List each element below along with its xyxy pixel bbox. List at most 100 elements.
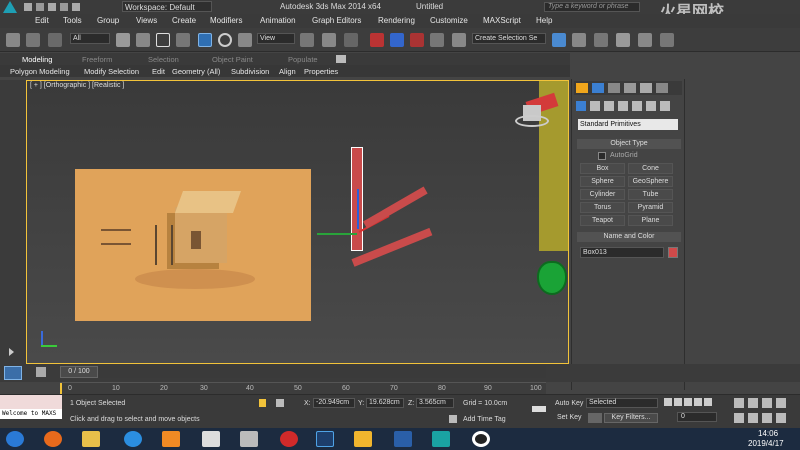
systems-category-icon[interactable] [660,101,670,111]
workspace-dropdown[interactable]: Workspace: Default [122,1,212,12]
menu-graph-editors[interactable]: Graph Editors [312,16,361,25]
field-of-view-icon[interactable] [734,413,744,423]
firefox-icon[interactable] [44,431,62,447]
rotate-icon[interactable] [218,33,232,47]
cylinder-button[interactable]: Cylinder [580,189,625,200]
time-slider[interactable]: 0 / 100 [60,366,98,378]
lights-category-icon[interactable] [604,101,614,111]
link-icon[interactable] [48,33,62,47]
menu-create[interactable]: Create [172,16,196,25]
key-filters-button[interactable]: Key Filters... [604,413,658,423]
3dsmax-icon[interactable] [432,431,450,447]
beam-object-2[interactable] [351,227,433,267]
menu-customize[interactable]: Customize [430,16,468,25]
menu-tools[interactable]: Tools [63,16,82,25]
zoom-icon[interactable] [734,398,744,408]
menu-modifiers[interactable]: Modifiers [210,16,242,25]
lock-selection-icon[interactable] [259,399,266,407]
percent-snap-icon[interactable] [410,33,424,47]
next-frame-icon[interactable] [694,398,702,406]
curve-editor-icon[interactable] [616,33,630,47]
plane-button[interactable]: Plane [628,215,673,226]
photoshop-icon[interactable] [316,431,334,447]
create-tab-icon[interactable] [576,83,588,93]
pyramid-button[interactable]: Pyramid [628,202,673,213]
sphere-button[interactable]: Sphere [580,176,625,187]
viewport-perspective[interactable] [26,80,569,364]
menu-edit[interactable]: Edit [35,16,49,25]
select-manipulate-icon[interactable] [322,33,336,47]
render-setup-icon[interactable] [660,33,674,47]
subtab-properties[interactable]: Properties [304,67,338,76]
mirror-icon[interactable] [552,33,566,47]
key-mode-dropdown[interactable]: Selected [586,398,658,408]
playback-controls[interactable] [664,398,724,408]
netease-music-icon[interactable] [280,431,298,447]
subtab-subdivision[interactable]: Subdivision [231,67,269,76]
add-time-tag-icon[interactable] [449,415,457,423]
previous-frame-icon[interactable] [674,398,682,406]
pivot-icon[interactable] [300,33,314,47]
timeline-track[interactable] [98,366,546,378]
ie-icon[interactable] [124,431,142,447]
spinner-snap-icon[interactable] [430,33,444,47]
window-crossing-icon[interactable] [176,33,190,47]
tube-button[interactable]: Tube [628,189,673,200]
subtab-modify-selection[interactable]: Modify Selection [84,67,139,76]
ribbon-options-icon[interactable] [336,55,346,63]
zoom-all-icon[interactable] [748,398,758,408]
tab-modeling[interactable]: Modeling [22,55,52,64]
cameras-category-icon[interactable] [618,101,628,111]
subtab-edit[interactable]: Edit [152,67,165,76]
layer-manager-icon[interactable] [594,33,608,47]
object-color-swatch[interactable] [668,247,678,258]
sublime-icon[interactable] [162,431,180,447]
teapot-button[interactable]: Teapot [580,215,625,226]
menu-group[interactable]: Group [97,16,119,25]
command-panel-tabs[interactable] [574,81,682,95]
menu-animation[interactable]: Animation [260,16,296,25]
clock-date[interactable]: 2019/4/17 [748,439,784,448]
tab-object-paint[interactable]: Object Paint [212,55,253,64]
zoom-extents-all-icon[interactable] [776,398,786,408]
spacewarps-category-icon[interactable] [646,101,656,111]
primitive-category-dropdown[interactable]: Standard Primitives [578,119,678,130]
system-tray-icons[interactable] [680,433,740,445]
pan-icon[interactable] [748,413,758,423]
current-frame-field[interactable]: 0 [677,412,717,422]
green-teapot-object[interactable] [537,261,567,295]
go-to-end-icon[interactable] [704,398,712,406]
clock-time[interactable]: 14:06 [758,429,778,438]
keyboard-shortcut-icon[interactable] [344,33,358,47]
move-icon[interactable] [198,33,212,47]
beam-object-1[interactable] [363,186,428,229]
expand-arrow-icon[interactable] [9,348,14,356]
search-field[interactable]: Type a keyword or phrase [544,2,640,12]
create-category-icons[interactable] [576,101,680,113]
quick-access-icons[interactable] [24,3,108,11]
object-type-rollout[interactable]: Object Type [577,139,681,149]
subtab-geometry[interactable]: Geometry (All) [172,67,220,76]
app-icon-3[interactable] [394,431,412,447]
add-time-tag[interactable]: Add Time Tag [463,416,506,423]
app-icon-2[interactable] [354,431,372,447]
select-object-icon[interactable] [116,33,130,47]
key-icon[interactable] [532,406,546,412]
motion-tab-icon[interactable] [624,83,636,93]
app-icon-1[interactable] [240,431,258,447]
selection-filter-dropdown[interactable]: All [70,33,110,44]
y-coordinate-field[interactable]: 19.628cm [366,398,404,408]
reference-image-plane[interactable] [75,169,311,321]
move-gizmo-x-axis[interactable] [317,233,357,235]
helpers-category-icon[interactable] [632,101,642,111]
x-coordinate-field[interactable]: -20.949cm [313,398,355,408]
move-gizmo-y-axis[interactable] [357,189,359,229]
record-icon[interactable] [472,431,490,447]
track-bar[interactable]: 0 10 20 30 40 50 60 70 80 90 100 [60,382,546,394]
viewport-nav-icons[interactable] [734,398,796,424]
material-editor-icon[interactable] [638,33,652,47]
set-key-button[interactable]: Set Key [557,414,582,421]
unity-icon[interactable] [202,431,220,447]
select-by-name-icon[interactable] [136,33,150,47]
viewport-label[interactable]: [ + ] [Orthographic ] [Realistic ] [30,82,124,89]
